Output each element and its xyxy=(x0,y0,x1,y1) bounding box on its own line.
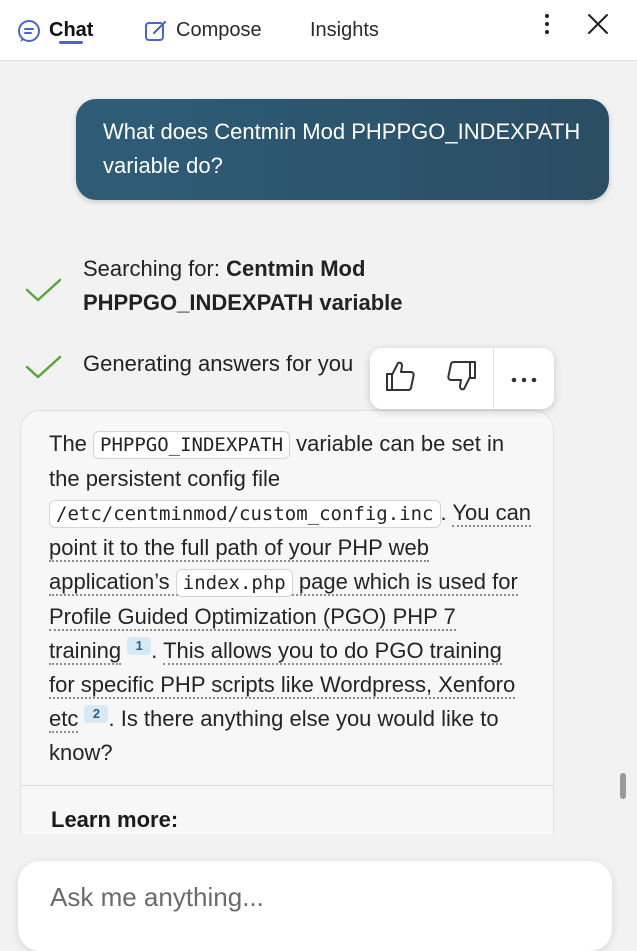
tab-compose[interactable]: Compose xyxy=(143,0,262,61)
thumbs-down-button[interactable] xyxy=(432,348,492,409)
answer-card: The PHPPGO_INDEXPATH variable can be set… xyxy=(20,410,554,880)
answer-fragment: The xyxy=(49,431,94,456)
more-vertical-icon xyxy=(543,13,551,40)
tab-chat[interactable]: Chat xyxy=(16,0,93,61)
answer-fragment: . Is there anything else you would like … xyxy=(49,706,499,765)
tab-insights-label: Insights xyxy=(310,19,379,41)
chat-input[interactable] xyxy=(48,881,592,914)
answer-fragment: . xyxy=(440,500,453,525)
thumbs-down-icon xyxy=(446,359,478,398)
chat-icon xyxy=(16,18,42,44)
user-message-bubble: What does Centmin Mod PHPPGO_INDEXPATH v… xyxy=(76,99,609,200)
thumbs-up-button[interactable] xyxy=(370,348,430,409)
top-bar: Chat Compose Insights xyxy=(0,0,637,61)
search-status-prefix: Searching for: xyxy=(83,256,227,281)
search-status: Searching for: Centmin Mod PHPPGO_INDEXP… xyxy=(24,252,404,322)
inline-code: /etc/centminmod/custom_config.inc xyxy=(49,500,441,528)
feedback-toolbar xyxy=(370,348,554,409)
answer-fragment: . xyxy=(151,638,164,663)
learn-more-heading: Learn more: xyxy=(51,807,179,832)
close-icon xyxy=(587,13,609,40)
divider xyxy=(21,785,553,786)
citation-badge[interactable]: 1 xyxy=(127,636,152,655)
active-tab-indicator xyxy=(59,41,83,44)
answer-text: The PHPPGO_INDEXPATH variable can be set… xyxy=(49,427,533,770)
check-icon xyxy=(24,349,64,389)
scrollbar-thumb[interactable] xyxy=(620,773,626,799)
more-actions-button[interactable] xyxy=(494,348,554,409)
chat-input-container xyxy=(18,861,612,951)
tab-insights[interactable]: Insights xyxy=(310,0,379,61)
generating-status: Generating answers for you xyxy=(24,347,404,383)
inline-code: index.php xyxy=(175,569,293,597)
citation-badge[interactable]: 2 xyxy=(84,704,109,723)
thumbs-up-icon xyxy=(384,359,416,398)
search-status-text: Searching for: Centmin Mod PHPPGO_INDEXP… xyxy=(83,252,423,320)
close-button[interactable] xyxy=(580,8,616,44)
check-icon xyxy=(24,272,64,312)
more-options-button[interactable] xyxy=(529,8,565,44)
user-message-text: What does Centmin Mod PHPPGO_INDEXPATH v… xyxy=(103,119,581,178)
compose-icon xyxy=(143,18,169,44)
inline-code: PHPPGO_INDEXPATH xyxy=(93,431,291,459)
more-horizontal-icon xyxy=(511,370,537,388)
tab-compose-label: Compose xyxy=(176,19,262,41)
tab-chat-label: Chat xyxy=(49,19,94,41)
